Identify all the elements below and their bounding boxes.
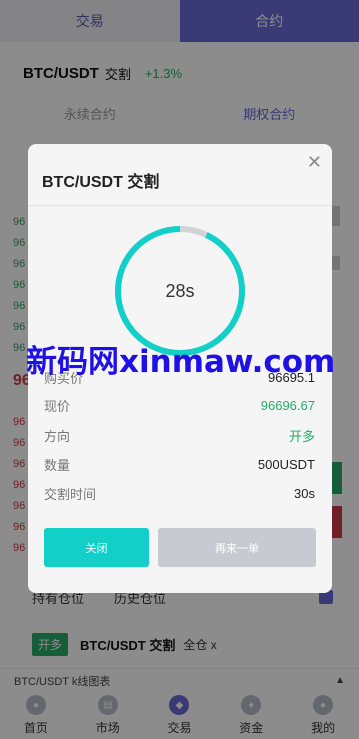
divider	[28, 205, 332, 206]
order-again-button[interactable]: 再来一单	[158, 528, 316, 567]
close-icon[interactable]: ✕	[307, 152, 322, 173]
info-row-delivery-time: 交割时间 30s	[44, 483, 315, 503]
watermark: 新码网xinmaw.com	[26, 344, 336, 380]
info-value: 96696.67	[260, 397, 315, 413]
info-label: 现价	[44, 398, 71, 414]
info-label: 数量	[44, 457, 71, 473]
info-label: 方向	[44, 428, 71, 444]
info-value: 500USDT	[257, 456, 315, 472]
info-row-quantity: 数量 500USDT	[44, 454, 315, 474]
info-value: 30s	[294, 485, 315, 501]
info-value: 开多	[288, 428, 315, 444]
close-button[interactable]: 关闭	[44, 528, 149, 567]
modal-title: BTC/USDT 交割	[42, 174, 160, 191]
info-label: 交割时间	[44, 486, 97, 502]
info-row-current-price: 现价 96696.67	[44, 395, 315, 415]
info-row-direction: 方向 开多	[44, 425, 315, 445]
